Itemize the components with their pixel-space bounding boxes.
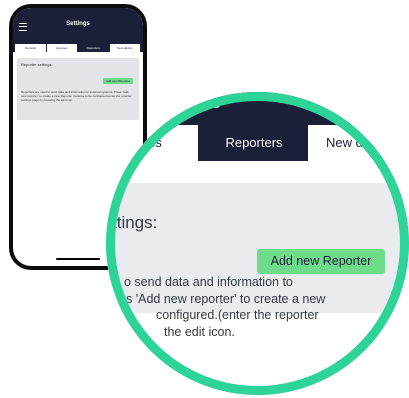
add-reporter-button[interactable]: Add new Reporter	[102, 78, 133, 84]
tab-licenses[interactable]: Licenses	[46, 44, 78, 52]
zoom-tab-new-device[interactable]: New d	[308, 125, 409, 161]
zoom-header: gs	[106, 92, 409, 125]
zoom-magnifier: gs es Reporters New d ttings: Add new Re…	[106, 92, 409, 395]
tab-new-device[interactable]: New device	[109, 44, 141, 52]
zoom-tab-reporters[interactable]: Reporters	[202, 125, 306, 161]
page-title: Settings	[66, 21, 90, 27]
tab-reporters[interactable]: Reporters	[78, 44, 110, 52]
zoom-panel-heading: ttings:	[112, 213, 158, 232]
app-header: Settings	[13, 8, 143, 44]
desc-line: the edit icon.	[164, 325, 235, 339]
desc-line: o send data and information to	[124, 275, 293, 289]
panel-heading: Reporter settings:	[21, 62, 53, 67]
desc-line: s 'Add new reporter' to create a new	[126, 292, 326, 306]
zoom-tab-bar: es Reporters New d	[106, 125, 409, 161]
home-indicator	[56, 258, 100, 260]
zoom-tab-devices[interactable]: es	[126, 125, 198, 161]
tab-general[interactable]: General	[15, 44, 47, 52]
tab-bar: General Licenses Reporters New device	[13, 44, 143, 52]
zoom-page-title: gs	[208, 92, 237, 109]
zoom-add-reporter-button[interactable]: Add new Reporter	[257, 249, 385, 274]
desc-line: configured.(enter the reporter	[156, 308, 319, 322]
